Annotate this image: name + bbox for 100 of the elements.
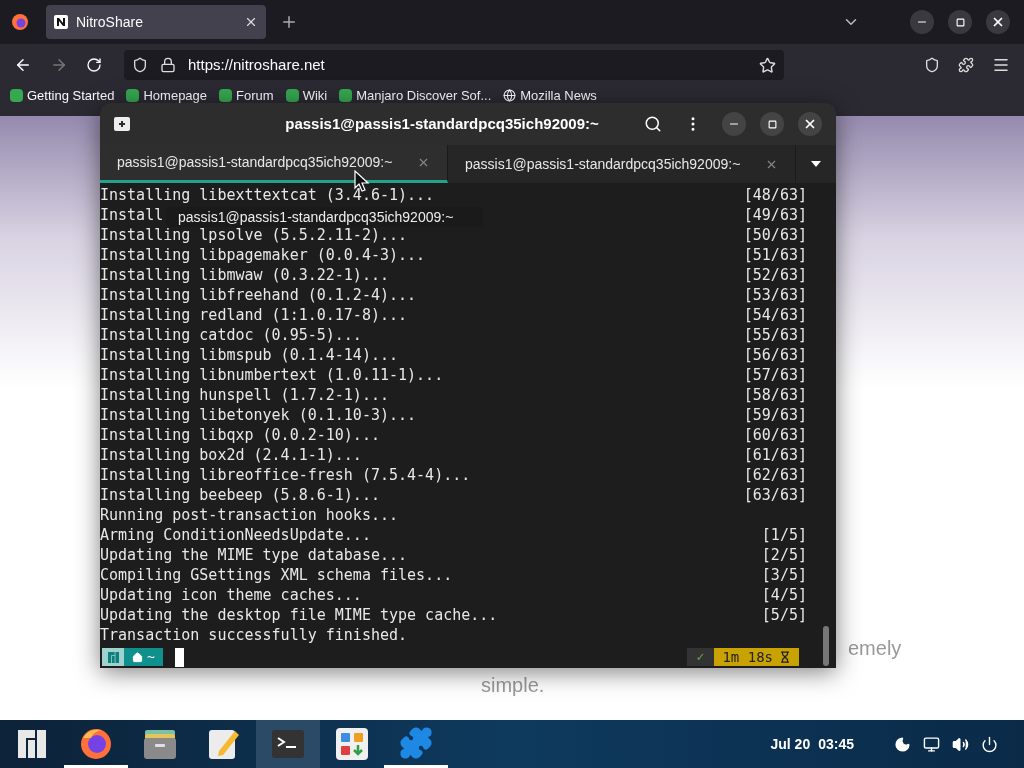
tooltip: passis1@passis1-standardpcq35ich92009:~ xyxy=(166,207,483,227)
close-button[interactable] xyxy=(798,112,822,137)
terminal-line: Installing libnumbertext (1.0.11-1)... xyxy=(100,365,444,385)
terminal-tab[interactable]: passis1@passis1-standardpcq35ich92009:~ xyxy=(100,145,448,183)
page-icon xyxy=(10,89,23,102)
progress-counter: [50/63] xyxy=(743,225,807,245)
terminal-line: Arming ConditionNeedsUpdate... xyxy=(100,525,371,545)
terminal-line: Installing libetonyek (0.1.10-3)... xyxy=(100,405,417,425)
scrollbar-thumb[interactable] xyxy=(823,626,829,666)
new-tab-icon[interactable] xyxy=(114,117,130,132)
minimize-button[interactable] xyxy=(910,10,934,34)
text-cursor xyxy=(174,647,184,667)
terminal-tab[interactable]: passis1@passis1-standardpcq35ich92009:~ xyxy=(448,145,796,183)
forward-icon[interactable] xyxy=(50,56,68,74)
progress-counter: [63/63] xyxy=(743,485,807,505)
progress-counter: [4/5] xyxy=(761,585,807,605)
search-icon[interactable] xyxy=(644,115,662,134)
maximize-button[interactable] xyxy=(948,10,972,34)
restore-button[interactable] xyxy=(760,112,784,137)
bookmark[interactable]: Manjaro Discover Sof... xyxy=(339,88,492,103)
page-icon xyxy=(219,89,233,102)
home-icon xyxy=(132,651,143,663)
page-text: simple. xyxy=(481,673,545,698)
power-icon[interactable] xyxy=(981,735,998,753)
terminal-line: Updating the desktop file MIME type cache... xyxy=(100,605,498,625)
minimize-button[interactable] xyxy=(722,112,746,137)
shield-icon[interactable] xyxy=(132,57,148,73)
progress-counter: [61/63] xyxy=(743,445,807,465)
firefox-icon[interactable] xyxy=(11,13,29,31)
dropdown-caret-icon[interactable] xyxy=(811,161,821,168)
progress-counter: [56/63] xyxy=(743,345,807,365)
close-button[interactable] xyxy=(986,10,1010,34)
terminal-line: Updating the MIME type database... xyxy=(100,545,408,565)
bookmark[interactable]: Getting Started xyxy=(10,88,115,103)
progress-counter: [54/63] xyxy=(743,305,807,325)
file-cabinet-icon xyxy=(143,728,177,760)
close-icon xyxy=(991,15,1005,29)
bookmark[interactable]: Mozilla News xyxy=(503,88,597,103)
progress-counter: [3/5] xyxy=(761,565,807,585)
reload-icon[interactable] xyxy=(86,57,102,73)
hourglass-icon xyxy=(779,651,791,663)
terminal-line: Installing beebeep (5.8.6-1)... xyxy=(100,485,380,505)
manjaro-logo-icon xyxy=(18,730,46,758)
window-title: passis1@passis1-standardpcq35ich92009:~ xyxy=(284,114,600,134)
progress-counter: [58/63] xyxy=(743,385,807,405)
volume-icon[interactable] xyxy=(952,735,969,753)
page-icon xyxy=(339,89,353,102)
terminal-line: Installing libpagemaker (0.0.4-3)... xyxy=(100,245,426,265)
puzzle-icon xyxy=(399,725,433,760)
progress-counter: [59/63] xyxy=(743,405,807,425)
address-bar[interactable]: https://nitroshare.net xyxy=(124,50,784,80)
progress-counter: [62/63] xyxy=(743,465,807,485)
terminal-line: Installing libmspub (0.1.4-14)... xyxy=(100,345,398,365)
site-logo-icon xyxy=(54,15,68,29)
progress-counter: [55/63] xyxy=(743,325,807,345)
back-icon[interactable] xyxy=(14,56,32,74)
progress-counter: [53/63] xyxy=(743,285,807,305)
duration-segment: 1m 18s xyxy=(714,648,799,666)
display-icon[interactable] xyxy=(923,735,940,753)
maximize-icon xyxy=(955,17,965,27)
bookmark[interactable]: Forum xyxy=(219,88,274,103)
terminal-line: Installing catdoc (0.95-5)... xyxy=(100,325,362,345)
clock-time[interactable]: 03:45 xyxy=(818,733,854,755)
page-text: emely xyxy=(848,636,902,661)
progress-counter: [5/5] xyxy=(761,605,807,625)
bookmark[interactable]: Wiki xyxy=(285,88,328,103)
terminal-line: Installing lpsolve (5.5.2.11-2)... xyxy=(100,225,408,245)
progress-counter: [51/63] xyxy=(743,245,807,265)
terminal-icon xyxy=(272,730,304,758)
manjaro-logo-icon xyxy=(107,651,119,663)
menu-icon[interactable] xyxy=(992,56,1010,74)
star-icon[interactable] xyxy=(759,56,776,74)
terminal-line: Compiling GSettings XML schema files... xyxy=(100,565,453,585)
lock-icon[interactable] xyxy=(160,57,176,73)
terminal-line: Updating icon theme caches... xyxy=(100,585,362,605)
close-tab-icon[interactable] xyxy=(244,15,258,29)
terminal-line: Installing libreoffice-fresh (7.5.4-4)... xyxy=(100,465,471,485)
night-mode-icon[interactable] xyxy=(894,735,911,753)
tab-title: NitroShare xyxy=(76,12,144,32)
progress-counter: [57/63] xyxy=(743,365,807,385)
progress-counter: [52/63] xyxy=(743,265,807,285)
prompt-dir-segment: ~ xyxy=(124,648,163,666)
bookmark[interactable]: Homepage xyxy=(126,88,208,103)
extensions-icon[interactable] xyxy=(958,57,974,73)
new-tab-icon[interactable] xyxy=(280,13,298,31)
clock-date[interactable]: Jul 20 xyxy=(770,733,811,755)
progress-counter: [48/63] xyxy=(743,185,807,205)
terminal-line: Installing libmwaw (0.3.22-1)... xyxy=(100,265,389,285)
terminal-line: Install xyxy=(100,205,164,225)
browser-tab[interactable]: NitroShare xyxy=(46,5,266,39)
globe-icon xyxy=(503,89,517,102)
progress-counter: [49/63] xyxy=(743,205,807,225)
terminal-line: Transaction successfully finished. xyxy=(100,625,408,645)
page-icon xyxy=(285,89,299,102)
terminal-line: Installing hunspell (1.7.2-1)... xyxy=(100,385,389,405)
progress-counter: [2/5] xyxy=(761,545,807,565)
terminal-line: Installing libqxp (0.0.2-10)... xyxy=(100,425,380,445)
progress-counter: [1/5] xyxy=(761,525,807,545)
terminal-line: Installing libexttextcat (3.4.6-1)... xyxy=(100,185,435,205)
terminal-line: Installing libfreehand (0.1.2-4)... xyxy=(100,285,417,305)
